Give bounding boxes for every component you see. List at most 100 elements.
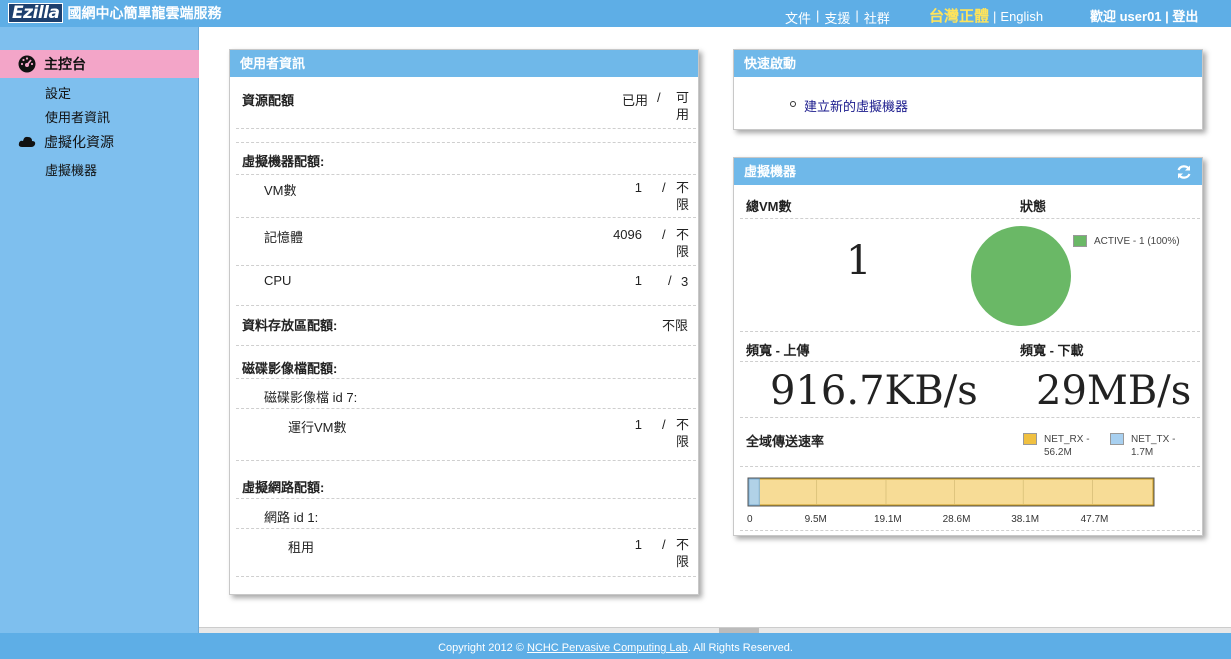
running-vms-avail: 不限 xyxy=(676,417,690,449)
storage-quota-label: 資料存放區配額: xyxy=(242,318,338,333)
spacer-row xyxy=(236,129,696,143)
top-header: Ezilla 國網中心簡單龍雲端服務 文件 | 支援 | 社群 台灣正體 | Eng… xyxy=(0,0,1231,27)
lease-used: 1 xyxy=(634,537,642,552)
divider xyxy=(740,417,1200,418)
bar-net-tx xyxy=(748,478,760,506)
lab-link[interactable]: NCHC Pervasive Computing Lab xyxy=(527,642,688,654)
vm-count-label: VM數 xyxy=(264,183,297,198)
welcome-text: 歡迎 user01 xyxy=(1090,9,1162,24)
support-link[interactable]: 支援 xyxy=(824,8,850,27)
running-vms-row: 運行VM數 1 / 不限 xyxy=(236,409,696,461)
x-tick-label: 19.1M xyxy=(873,514,902,525)
user-area: 歡迎 user01 | 登出 xyxy=(1090,6,1198,25)
lease-row: 租用 1 / 不限 xyxy=(236,529,696,577)
total-vm-value: 1 xyxy=(846,238,872,284)
user-info-panel: 使用者資訊 資源配額 已用 / 可用 虛擬機器配額: VM數 1 / 不限 記憶… xyxy=(229,49,699,595)
refresh-icon[interactable] xyxy=(1176,164,1192,180)
site-title: 國網中心簡單龍雲端服務 xyxy=(67,5,222,21)
sidebar-item-dashboard[interactable]: 主控台 xyxy=(0,50,199,78)
panel-title-text: 虛擬機器 xyxy=(744,164,797,179)
image-id-row: 磁碟影像檔 id 7: xyxy=(236,379,696,409)
slash: / xyxy=(662,227,666,242)
language-switcher: 台灣正體 | English xyxy=(929,5,1043,26)
community-link[interactable]: 社群 xyxy=(864,8,890,27)
cpu-row: CPU 1 / 3 xyxy=(236,266,696,306)
sidebar-item-label: 虛擬化資源 xyxy=(44,134,114,150)
divider xyxy=(740,331,1200,332)
x-tick-label: 9.5M xyxy=(804,514,827,525)
memory-label: 記憶體 xyxy=(264,230,304,245)
footer: Copyright 2012 © NCHC Pervasive Computin… xyxy=(0,633,1231,659)
sidebar-item-user-info[interactable]: 使用者資訊 xyxy=(45,107,110,126)
vm-panel: 虛擬機器 總VM數 狀態 1 ACTIVE - 1 (100%) 頻寬 - 上傳… xyxy=(733,157,1203,536)
pie-slice-active xyxy=(971,226,1071,326)
quota-label: 資源配額 xyxy=(242,93,295,108)
slash: / xyxy=(662,417,666,432)
storage-avail: 不限 xyxy=(662,318,689,333)
logo[interactable]: Ezilla 國網中心簡單龍雲端服務 xyxy=(8,3,222,23)
legend-tx: NET_TX -1.7M xyxy=(1131,434,1176,458)
sidebar-item-vms[interactable]: 虛擬機器 xyxy=(45,160,97,179)
sidebar-item-settings[interactable]: 設定 xyxy=(45,83,71,102)
divider xyxy=(740,218,1200,219)
divider xyxy=(740,466,1200,467)
transfer-label: 全域傳送速率 xyxy=(746,434,825,449)
divider xyxy=(740,530,1200,531)
running-vms-label: 運行VM數 xyxy=(288,420,347,435)
status-pie-chart xyxy=(971,226,1071,326)
transfer-bar-chart xyxy=(747,477,1155,507)
divider xyxy=(740,361,1200,362)
list-bullet xyxy=(790,101,796,107)
legend-swatch-active xyxy=(1073,235,1087,247)
network-quota-label: 虛擬網路配額: xyxy=(242,480,325,495)
avail-header: 可用 xyxy=(676,90,690,122)
cloud-icon xyxy=(18,136,36,147)
memory-used: 4096 xyxy=(613,227,642,242)
lease-label: 租用 xyxy=(288,540,315,555)
x-tick-label: 0 xyxy=(747,514,753,525)
vm-quota-label: 虛擬機器配額: xyxy=(242,154,325,169)
image-quota-row: 磁碟影像檔配額: xyxy=(236,346,696,379)
cpu-label: CPU xyxy=(264,273,292,288)
vm-quota-row: 虛擬機器配額: xyxy=(236,143,696,175)
network-id-label: 網路 id 1: xyxy=(264,510,319,525)
x-tick-label: 47.7M xyxy=(1080,514,1109,525)
slash: / xyxy=(668,273,672,288)
vm-count-avail: 不限 xyxy=(676,180,690,212)
sidebar: 主控台 設定 使用者資訊 虛擬化資源 虛擬機器 xyxy=(0,27,199,633)
vm-count-used: 1 xyxy=(634,180,642,195)
slash: / xyxy=(657,90,661,105)
cpu-used: 1 xyxy=(634,273,642,288)
slash: / xyxy=(662,537,666,552)
status-label: 狀態 xyxy=(1020,199,1047,214)
panel-title: 使用者資訊 xyxy=(230,50,698,77)
image-id-label: 磁碟影像檔 id 7: xyxy=(264,390,358,405)
copyright-suffix: . All Rights Reserved. xyxy=(687,642,793,654)
cpu-avail: 3 xyxy=(681,274,689,289)
network-quota-row: 虛擬網路配額: xyxy=(236,461,696,499)
quick-start-panel: 快速啟動 建立新的虛擬機器 xyxy=(733,49,1203,130)
docs-link[interactable]: 文件 xyxy=(785,8,811,27)
image-quota-label: 磁碟影像檔配額: xyxy=(242,361,338,376)
x-tick-label: 38.1M xyxy=(1011,514,1040,525)
legend-swatch-rx xyxy=(1023,433,1037,445)
lease-avail: 不限 xyxy=(676,537,690,569)
separator: | xyxy=(816,8,820,23)
legend-rx: NET_RX -56.2M xyxy=(1044,434,1090,458)
running-vms-used: 1 xyxy=(634,417,642,432)
legend-active: ACTIVE - 1 (100%) xyxy=(1094,236,1180,247)
lang-english[interactable]: English xyxy=(1000,9,1043,24)
sidebar-item-virtual-resources[interactable]: 虛擬化資源 xyxy=(18,132,114,152)
upload-label: 頻寬 - 上傳 xyxy=(746,343,810,358)
quota-header-row: 資源配額 已用 / 可用 xyxy=(236,77,696,129)
total-vm-label: 總VM數 xyxy=(746,199,792,214)
used-header: 已用 xyxy=(621,93,648,108)
vm-count-row: VM數 1 / 不限 xyxy=(236,175,696,218)
create-vm-link[interactable]: 建立新的虛擬機器 xyxy=(804,96,908,115)
memory-avail: 不限 xyxy=(676,227,690,259)
logout-link[interactable]: 登出 xyxy=(1172,9,1198,24)
lang-zh-tw[interactable]: 台灣正體 xyxy=(929,5,989,26)
dashboard-icon xyxy=(18,55,36,73)
separator: | xyxy=(855,8,859,23)
network-id-row: 網路 id 1: xyxy=(236,499,696,529)
